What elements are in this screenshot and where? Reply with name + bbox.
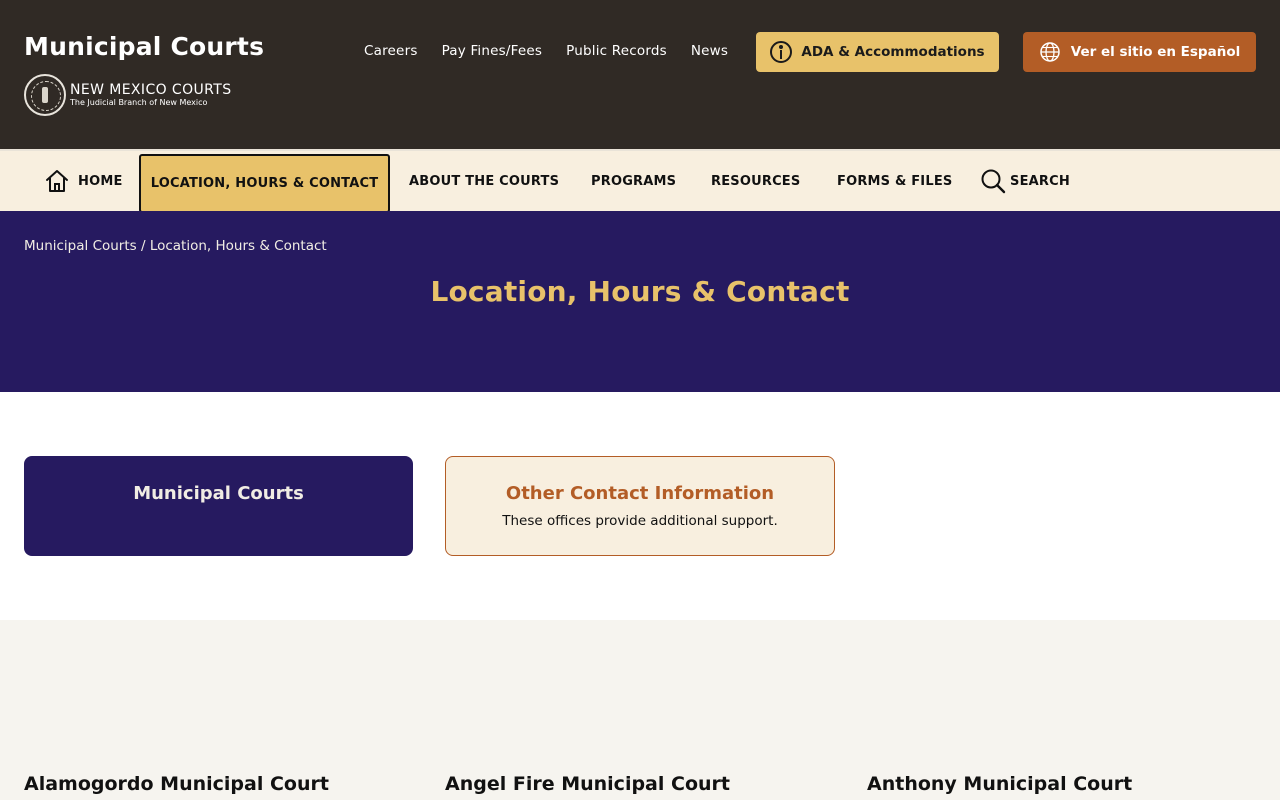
brand-subtitle: The Judicial Branch of New Mexico	[70, 97, 208, 107]
page-title: Location, Hours & Contact	[430, 275, 850, 308]
page-hero: Municipal Courts / Location, Hours & Con…	[0, 211, 1280, 392]
card-municipal-courts[interactable]: Municipal Courts	[24, 456, 413, 556]
card-other-contact-title: Other Contact Information	[505, 483, 775, 504]
ada-accommodations-button[interactable]: ADA & Accommodations	[756, 32, 999, 72]
nav-about-the-courts[interactable]: ABOUT THE COURTS	[409, 151, 559, 211]
site-header: Municipal Courts NEW MEXICO COURTS The J…	[0, 0, 1280, 149]
nav-home-label: HOME	[78, 173, 123, 189]
site-title[interactable]: Municipal Courts	[24, 32, 264, 61]
nav-forms-files[interactable]: FORMS & FILES	[837, 151, 952, 211]
court-heading: Anthony Municipal Court	[867, 773, 1133, 795]
spanish-site-button[interactable]: Ver el sitio en Español	[1023, 32, 1256, 72]
breadcrumb[interactable]: Municipal Courts / Location, Hours & Con…	[24, 238, 327, 254]
court-heading: Alamogordo Municipal Court	[24, 773, 329, 795]
link-pay-fines[interactable]: Pay Fines/Fees	[442, 43, 543, 59]
nav-search-label: SEARCH	[1010, 173, 1070, 189]
ada-button-label: ADA & Accommodations	[801, 44, 985, 60]
link-careers[interactable]: Careers	[364, 43, 418, 59]
contact-cards: Municipal Courts Other Contact Informati…	[0, 392, 1280, 620]
nav-programs[interactable]: PROGRAMS	[591, 151, 676, 211]
link-news[interactable]: News	[691, 43, 728, 59]
link-public-records[interactable]: Public Records	[566, 43, 667, 59]
spanish-button-label: Ver el sitio en Español	[1070, 44, 1241, 60]
court-heading: Angel Fire Municipal Court	[445, 773, 730, 795]
card-municipal-courts-title: Municipal Courts	[133, 483, 304, 504]
court-list: Alamogordo Municipal Court Angel Fire Mu…	[0, 620, 1280, 800]
brand-text: NEW MEXICO COURTS The Judicial Branch of…	[70, 81, 232, 108]
utility-nav: Careers Pay Fines/Fees Public Records Ne…	[364, 43, 752, 59]
state-seal-logo	[24, 74, 66, 116]
card-other-contact-description: These offices provide additional support…	[502, 513, 778, 529]
accessibility-icon	[770, 41, 793, 63]
nav-search[interactable]: SEARCH	[980, 151, 1070, 211]
home-icon	[46, 170, 68, 192]
globe-icon	[1040, 42, 1060, 62]
nav-location-hours-contact[interactable]: LOCATION, HOURS & CONTACT	[139, 154, 390, 213]
nm-courts-logo[interactable]: NEW MEXICO COURTS The Judicial Branch of…	[24, 74, 232, 116]
nav-home[interactable]: HOME	[44, 151, 123, 211]
main-nav: HOME LOCATION, HOURS & CONTACT ABOUT THE…	[0, 149, 1280, 213]
nav-resources[interactable]: RESOURCES	[711, 151, 800, 211]
search-icon	[981, 169, 1006, 194]
card-other-contact-information[interactable]: Other Contact Information These offices …	[445, 456, 835, 556]
brand-name: NEW MEXICO COURTS	[70, 81, 232, 98]
